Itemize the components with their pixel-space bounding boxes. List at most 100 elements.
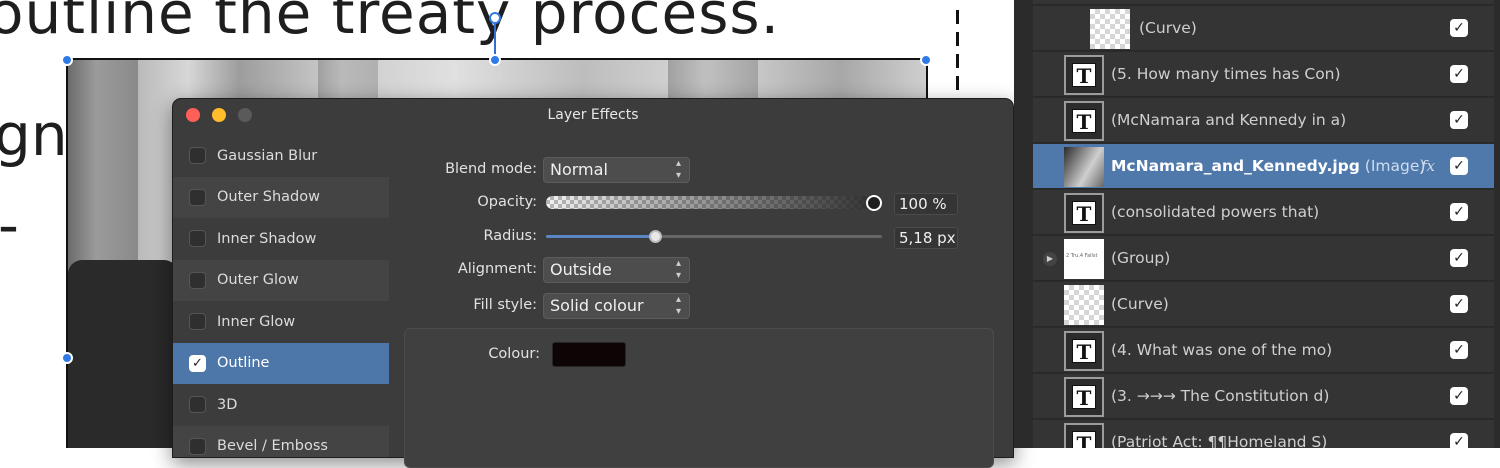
effect-checkbox[interactable] <box>189 437 206 455</box>
expand-group-icon[interactable]: ▶ <box>1043 252 1057 266</box>
layer-visibility-checkbox[interactable]: ✓ <box>1450 203 1468 221</box>
text-layer-icon: T <box>1064 193 1104 233</box>
layer-visibility-checkbox[interactable]: ✓ <box>1450 157 1468 175</box>
dropdown-arrows-icon: ▴ ▾ <box>675 294 681 317</box>
layer-name-text: McNamara_and_Kennedy.jpg <box>1111 157 1360 175</box>
layer-name: (Curve) <box>1111 295 1169 313</box>
layer-visibility-checkbox[interactable]: ✓ <box>1450 433 1468 448</box>
layer-name: (McNamara and Kennedy in a) <box>1111 111 1347 129</box>
dropdown-arrows-icon: ▴ ▾ <box>675 158 681 181</box>
colour-label: Colour: <box>488 346 540 362</box>
radius-slider[interactable] <box>546 235 882 238</box>
alignment-dropdown[interactable]: Outside ▴ ▾ <box>543 257 690 283</box>
opacity-slider-thumb[interactable] <box>866 195 882 211</box>
text-layer-glyph: T <box>1072 431 1096 448</box>
selection-handle-top-left[interactable] <box>61 54 73 66</box>
dialog-title: Layer Effects <box>547 107 639 123</box>
effect-label: Outer Shadow <box>217 189 320 206</box>
layer-name: (consolidated powers that) <box>1111 203 1320 221</box>
slide-text-line-2[interactable]: gn <box>0 106 68 164</box>
opacity-gradient <box>546 196 876 209</box>
layer-row-partial[interactable] <box>1033 0 1494 5</box>
layer-visibility-checkbox[interactable]: ✓ <box>1450 111 1468 129</box>
layer-row[interactable]: T (3. →→→ The Constitution d) ✓ <box>1033 374 1494 419</box>
layer-name: (Patriot Act: ¶¶Homeland S) <box>1111 433 1328 448</box>
effect-checkbox[interactable] <box>189 271 206 289</box>
effect-checkbox[interactable] <box>189 230 206 248</box>
layer-row[interactable]: T (4. What was one of the mo) ✓ <box>1033 328 1494 373</box>
layer-name: McNamara_and_Kennedy.jpg (Image) <box>1111 144 1425 189</box>
opacity-label: Opacity: <box>477 194 537 210</box>
layer-visibility-checkbox[interactable]: ✓ <box>1450 249 1468 267</box>
fx-icon[interactable]: fx <box>1421 144 1435 189</box>
colour-swatch[interactable] <box>552 342 626 367</box>
radius-slider-fill <box>546 235 656 238</box>
alignment-value: Outside <box>550 260 612 279</box>
effect-label: Outline <box>217 355 270 372</box>
layer-visibility-checkbox[interactable]: ✓ <box>1450 19 1468 37</box>
dropdown-arrows-icon: ▴ ▾ <box>675 258 681 281</box>
effect-item[interactable]: Bevel / Emboss <box>173 425 389 457</box>
effect-item[interactable]: Gaussian Blur <box>173 135 389 177</box>
layer-row[interactable]: (Curve) ✓ <box>1033 282 1494 327</box>
layer-name: (Group) <box>1111 249 1171 267</box>
text-layer-icon: T <box>1064 423 1104 448</box>
slide-text-line-1[interactable]: outline the treaty process. <box>0 0 780 42</box>
effect-label: Inner Glow <box>217 313 296 330</box>
effect-checkbox[interactable] <box>189 147 206 165</box>
layer-name: (4. What was one of the mo) <box>1111 341 1333 359</box>
layers-panel: (Curve) ✓ T (5. How many times has Con) ✓ T (M… <box>1014 0 1500 448</box>
layer-row[interactable]: McNamara_and_Kennedy.jpg (Image) fx ✓ <box>1033 144 1494 189</box>
text-layer-glyph: T <box>1072 385 1096 410</box>
layer-row[interactable]: T (consolidated powers that) ✓ <box>1033 190 1494 235</box>
curve-layer-thumbnail <box>1090 9 1130 49</box>
layer-name: (Curve) <box>1139 19 1197 37</box>
selection-handle-top-right[interactable] <box>920 54 932 66</box>
selection-handle-top-center[interactable] <box>489 54 501 66</box>
effect-checkbox[interactable] <box>189 188 206 206</box>
layer-row[interactable]: 2 Tru.4 Fallst (Group) ✓ <box>1033 236 1494 281</box>
rotation-handle[interactable] <box>489 12 501 24</box>
layer-kind: (Image) <box>1364 157 1426 175</box>
group-layer-thumbnail: 2 Tru.4 Fallst <box>1064 239 1104 279</box>
text-layer-icon: T <box>1064 55 1104 95</box>
layer-visibility-checkbox[interactable]: ✓ <box>1450 341 1468 359</box>
layer-visibility-checkbox[interactable]: ✓ <box>1450 65 1468 83</box>
effect-item[interactable]: Inner Glow <box>173 301 389 343</box>
photo-chair <box>68 260 178 448</box>
effect-item[interactable]: Outer Shadow <box>173 176 389 218</box>
effect-label: Bevel / Emboss <box>217 438 328 455</box>
opacity-slider[interactable] <box>546 196 876 209</box>
layer-row[interactable]: T (McNamara and Kennedy in a) ✓ <box>1033 98 1494 143</box>
layer-row[interactable]: T (5. How many times has Con) ✓ <box>1033 52 1494 97</box>
layer-row[interactable]: T (Patriot Act: ¶¶Homeland S) ✓ <box>1033 420 1494 448</box>
effect-item[interactable]: Inner Shadow <box>173 218 389 260</box>
layer-name: (5. How many times has Con) <box>1111 65 1341 83</box>
dashed-guide-line <box>956 10 959 110</box>
text-layer-icon: T <box>1064 377 1104 417</box>
opacity-value-field[interactable]: 100 % <box>894 193 958 215</box>
effect-checkbox[interactable]: ✓ <box>189 354 206 372</box>
effect-checkbox[interactable] <box>189 313 206 331</box>
effect-item[interactable]: 3D <box>173 384 389 426</box>
alignment-label: Alignment: <box>457 261 537 277</box>
slide-text-line-3[interactable]: - <box>0 196 19 254</box>
radius-label: Radius: <box>483 228 537 244</box>
radius-value-field[interactable]: 5,18 px <box>894 227 958 249</box>
text-layer-glyph: T <box>1072 339 1096 364</box>
text-layer-glyph: T <box>1072 63 1096 88</box>
effect-item[interactable]: ✓ Outline <box>173 342 389 384</box>
layer-row[interactable]: (Curve) ✓ <box>1033 6 1494 51</box>
effect-label: 3D <box>217 396 238 413</box>
layer-visibility-checkbox[interactable]: ✓ <box>1450 295 1468 313</box>
selection-handle-middle-left[interactable] <box>61 352 73 364</box>
layer-visibility-checkbox[interactable]: ✓ <box>1450 387 1468 405</box>
effect-checkbox[interactable] <box>189 396 206 414</box>
effect-item[interactable]: Outer Glow <box>173 259 389 301</box>
effects-list: Gaussian Blur Outer Shadow Inner Shadow Out… <box>173 135 389 457</box>
radius-slider-thumb[interactable] <box>649 230 662 243</box>
fill-style-dropdown[interactable]: Solid colour ▴ ▾ <box>543 293 690 319</box>
effect-label: Gaussian Blur <box>217 147 318 164</box>
image-layer-thumbnail <box>1064 147 1104 187</box>
blend-mode-dropdown[interactable]: Normal ▴ ▾ <box>543 157 690 183</box>
